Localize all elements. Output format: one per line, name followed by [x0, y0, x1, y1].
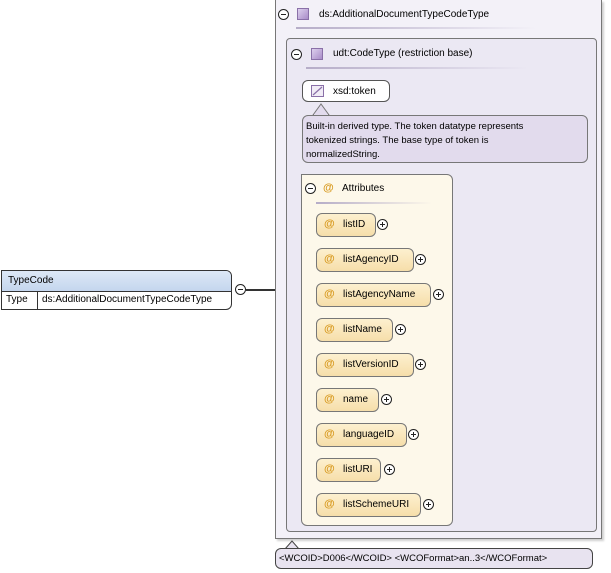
expand-listversionid-icon[interactable]: [415, 359, 426, 370]
type-label-cell: Type: [2, 291, 38, 309]
complex-type-name: ds:AdditionalDocumentTypeCodeType: [319, 9, 490, 20]
documentation-note: Built-in derived type. The token datatyp…: [302, 115, 588, 163]
element-header: TypeCode: [2, 271, 231, 292]
attributes-label: Attributes: [342, 183, 385, 194]
expand-name-icon[interactable]: [381, 394, 392, 405]
complex-type-icon: [297, 8, 309, 20]
attribute-listuri[interactable]: @ listURI: [316, 458, 381, 482]
restriction-rule: [306, 67, 528, 69]
attribute-at-icon: @: [324, 498, 335, 510]
attribute-at-icon: @: [323, 182, 334, 194]
attribute-name: listSchemeURI: [343, 499, 410, 510]
attribute-name-item[interactable]: @ name: [316, 388, 379, 412]
attribute-listid[interactable]: @ listID: [316, 213, 376, 237]
attribute-name: listAgencyName: [343, 289, 416, 300]
simple-type-box[interactable]: xsd:token: [302, 80, 390, 102]
type-value: ds:AdditionalDocumentTypeCodeType: [42, 294, 213, 305]
collapse-restriction-icon[interactable]: [291, 49, 302, 60]
attribute-at-icon: @: [324, 463, 335, 475]
attribute-at-icon: @: [324, 253, 335, 265]
attribute-at-icon: @: [324, 323, 335, 335]
collapse-complex-type-icon[interactable]: [278, 9, 289, 20]
attribute-at-icon: @: [324, 288, 335, 300]
expand-listschemeuri-icon[interactable]: [423, 499, 434, 510]
element-name: TypeCode: [8, 275, 54, 286]
attribute-name: listName: [343, 324, 382, 335]
attribute-at-icon: @: [324, 358, 335, 370]
attribute-name: name: [343, 394, 369, 405]
collapse-type-icon[interactable]: [235, 284, 246, 295]
attribute-name: listVersionID: [343, 359, 399, 370]
annotation-note: <WCOID>D006</WCOID> <WCOFormat>an..3</WC…: [275, 548, 593, 569]
attribute-name: listAgencyID: [343, 254, 399, 265]
type-label: Type: [6, 294, 28, 305]
expand-listname-icon[interactable]: [395, 324, 406, 335]
callout-pointer: [312, 103, 330, 116]
restriction-type-icon: [311, 48, 323, 60]
doc-line: tokenized strings. The base type of toke…: [306, 135, 489, 146]
collapse-attributes-icon[interactable]: [305, 183, 316, 194]
expand-listuri-icon[interactable]: [384, 464, 395, 475]
attribute-listversionid[interactable]: @ listVersionID: [316, 353, 414, 377]
expand-listid-icon[interactable]: [377, 219, 388, 230]
attribute-at-icon: @: [324, 218, 335, 230]
attribute-languageid[interactable]: @ languageID: [316, 423, 407, 447]
attributes-rule: [316, 202, 432, 204]
attribute-at-icon: @: [324, 428, 335, 440]
doc-line: normalizedString.: [306, 149, 380, 160]
attribute-name: listID: [343, 219, 366, 230]
attribute-listagencyname[interactable]: @ listAgencyName: [316, 283, 431, 307]
expand-languageid-icon[interactable]: [408, 429, 419, 440]
attribute-listschemeuri[interactable]: @ listSchemeURI: [316, 493, 421, 517]
complex-type-rule: [296, 27, 536, 29]
restriction-base-label: udt:CodeType (restriction base): [333, 48, 473, 59]
doc-line: Built-in derived type. The token datatyp…: [306, 121, 524, 132]
simple-type-icon: [311, 85, 324, 97]
typecode-element[interactable]: TypeCode Type ds:AdditionalDocumentTypeC…: [1, 270, 232, 310]
expand-listagencyname-icon[interactable]: [433, 289, 444, 300]
attribute-name: listURI: [343, 464, 373, 475]
attribute-name: languageID: [343, 429, 395, 440]
expand-listagencyid-icon[interactable]: [415, 254, 426, 265]
attribute-listagencyid[interactable]: @ listAgencyID: [316, 248, 414, 272]
simple-type-name: xsd:token: [333, 86, 376, 97]
attribute-listname[interactable]: @ listName: [316, 318, 393, 342]
attribute-at-icon: @: [324, 393, 335, 405]
